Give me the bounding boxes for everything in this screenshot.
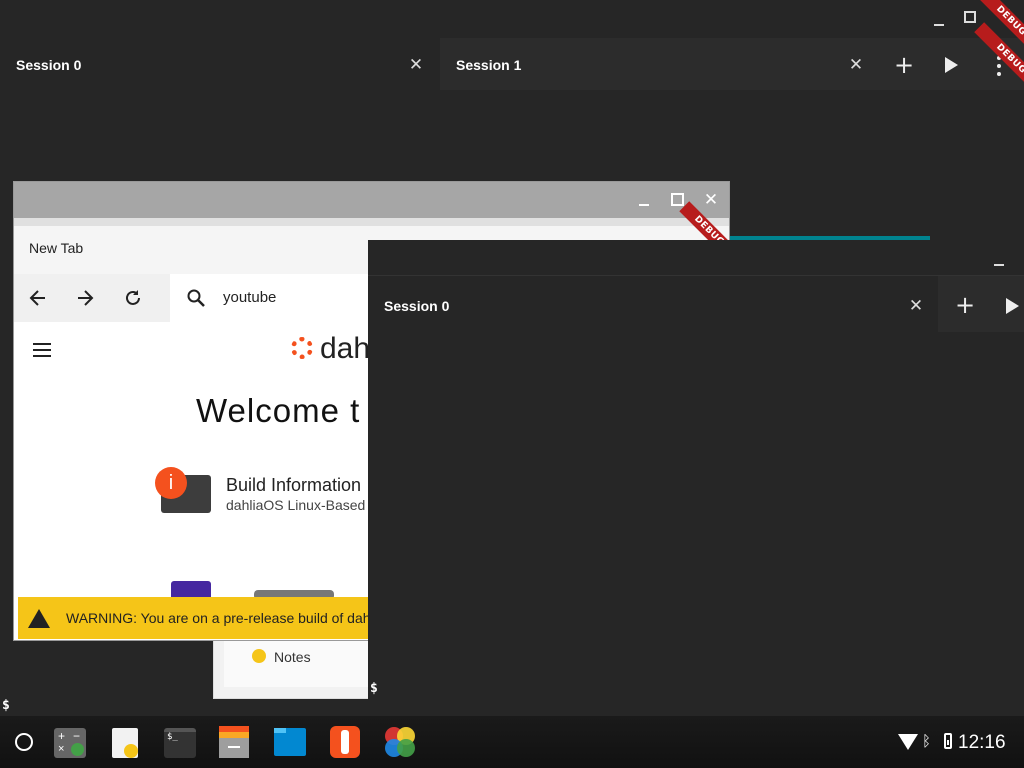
notes-pencil-icon <box>252 649 266 663</box>
taskbar: + − × $_ ᛒ 12:16 <box>0 716 1024 768</box>
photos-app-icon[interactable] <box>385 727 415 757</box>
build-info-title: Build Information <box>226 475 362 495</box>
warning-icon <box>28 609 50 628</box>
browser-titlebar[interactable]: ✕ <box>14 182 729 218</box>
fg-terminal-window: Session 0 ✕ + $ <box>368 240 1024 700</box>
notes-app-icon[interactable] <box>112 728 138 758</box>
minimize-icon <box>934 24 944 26</box>
back-arrow-icon[interactable] <box>26 286 50 310</box>
calculator-icon[interactable]: + − × <box>54 728 86 758</box>
fg-tab-session-0[interactable]: Session 0 ✕ <box>368 276 936 332</box>
bg-tab-label: Session 1 <box>456 57 522 73</box>
files-app-icon[interactable] <box>274 728 306 756</box>
browser-titlebar-shadow <box>14 218 729 226</box>
hamburger-menu-icon[interactable] <box>33 343 51 357</box>
bg-tab-close-icon[interactable]: ✕ <box>406 55 426 75</box>
browser-minimize-button[interactable] <box>639 204 649 206</box>
terminal-app-icon[interactable]: $_ <box>164 728 196 758</box>
clock[interactable]: 12:16 <box>958 732 1006 754</box>
build-info-subtitle: dahliaOS Linux-Based <box>226 497 366 513</box>
bg-tab-session-0[interactable]: Session 0 ✕ <box>0 38 438 90</box>
info-icon: i <box>155 467 187 499</box>
refresh-icon[interactable] <box>121 286 145 310</box>
fg-titlebar[interactable] <box>368 240 1024 276</box>
bluetooth-icon[interactable]: ᛒ <box>922 732 931 750</box>
desktop-prompt: $ <box>2 698 10 713</box>
forward-arrow-icon[interactable] <box>73 286 97 310</box>
fg-tab-close-icon[interactable]: ✕ <box>906 296 926 316</box>
browser-maximize-button[interactable] <box>671 193 684 206</box>
settings-app-icon[interactable] <box>330 726 360 758</box>
fg-minimize-button[interactable] <box>994 264 1004 266</box>
wifi-icon[interactable] <box>898 734 918 750</box>
fg-terminal-prompt[interactable]: $ <box>370 681 378 696</box>
bg-tab-session-1[interactable]: Session 1 ✕ <box>440 38 1024 90</box>
bg-tab-close-icon[interactable]: ✕ <box>846 55 866 75</box>
bg-tab-label: Session 0 <box>16 57 82 73</box>
bg-new-tab-button[interactable]: + <box>892 52 916 78</box>
fg-play-button[interactable] <box>1006 298 1019 314</box>
build-info-card[interactable]: i Build Information dahliaOS Linux-Based <box>154 467 374 527</box>
battery-icon[interactable] <box>944 733 952 749</box>
search-input[interactable]: youtube <box>223 289 276 306</box>
bg-maximize-button[interactable] <box>964 11 976 23</box>
fg-new-tab-button[interactable]: + <box>953 292 977 318</box>
bg-minimize-button[interactable] <box>933 14 945 26</box>
bg-play-button[interactable] <box>945 57 958 73</box>
fg-tab-label: Session 0 <box>384 298 450 314</box>
welcome-heading: Welcome t <box>196 392 361 429</box>
launcher-button[interactable] <box>15 733 33 751</box>
browser-close-button[interactable]: ✕ <box>701 190 721 210</box>
archive-app-icon[interactable] <box>219 726 249 758</box>
dahlia-logo-icon <box>291 337 313 359</box>
notes-label: Notes <box>274 649 311 665</box>
search-icon <box>184 286 208 310</box>
warning-text: WARNING: You are on a pre-release build … <box>66 610 377 626</box>
browser-tab-title[interactable]: New Tab <box>29 240 83 256</box>
